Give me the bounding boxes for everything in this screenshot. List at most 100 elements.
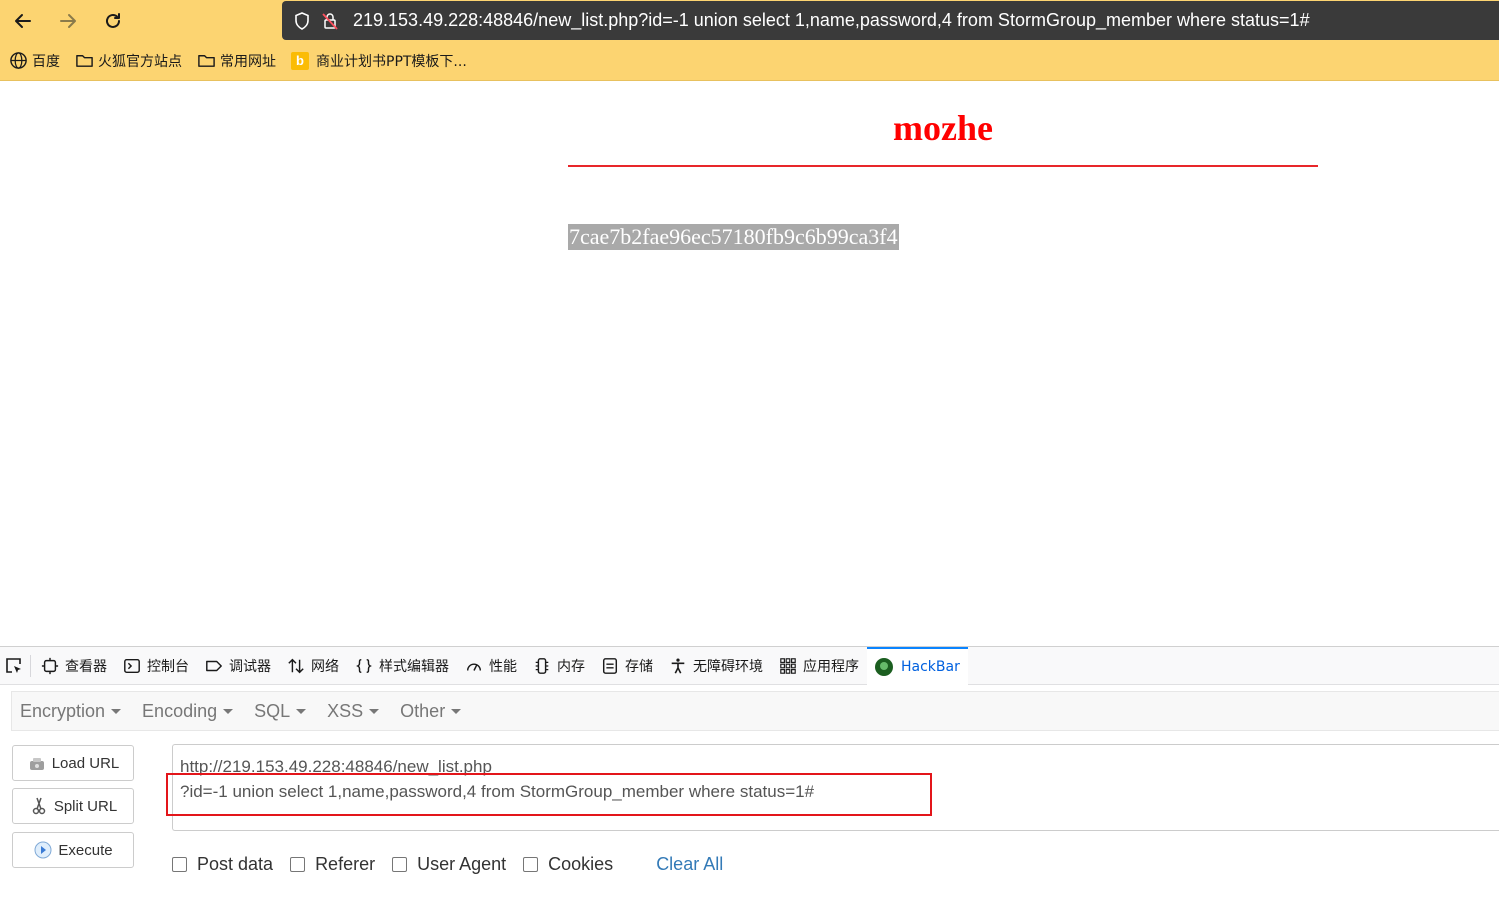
debugger-icon	[206, 660, 222, 671]
tab-label: 查看器	[65, 658, 107, 675]
tab-network[interactable]: 网络	[279, 647, 347, 685]
menu-label: SQL	[254, 700, 291, 721]
back-button[interactable]	[7, 5, 39, 37]
page-content: mozhe 7cae7b2fae96ec57180fb9c6b99ca3f4	[0, 81, 1499, 646]
accessibility-icon	[671, 658, 685, 674]
url-path: :48846/new_list.php?id=-1 union select 1…	[478, 10, 1310, 30]
hackbar-menu: Encryption Encoding SQL XSS Other	[11, 691, 1499, 731]
tab-hackbar[interactable]: HackBar	[867, 646, 968, 685]
tab-label: 网络	[311, 658, 339, 675]
storage-icon	[602, 657, 618, 674]
option-label: Referer	[315, 853, 376, 874]
tab-storage[interactable]: 存储	[593, 647, 661, 685]
tab-label: 样式编辑器	[379, 658, 449, 675]
menu-encoding[interactable]: Encoding	[142, 701, 234, 722]
element-picker-button[interactable]	[0, 654, 31, 677]
tab-label: 应用程序	[803, 658, 859, 675]
page-title: mozhe	[893, 108, 993, 148]
browser-toolbar: 219.153.49.228:48846/new_list.php?id=-1 …	[0, 0, 1499, 41]
checkbox[interactable]	[392, 856, 408, 872]
reload-icon	[106, 13, 120, 28]
hackbar-icon	[875, 657, 893, 676]
bookmark-label: 商业计划书PPT模板下...	[316, 53, 467, 70]
option-label: Cookies	[548, 853, 614, 874]
bookmark-label: 常用网址	[220, 53, 276, 70]
load-url-button[interactable]: Load URL	[12, 745, 134, 781]
forward-button[interactable]	[52, 5, 84, 37]
tab-label: 存储	[625, 658, 653, 675]
insecure-lock-icon[interactable]	[319, 10, 341, 32]
post-data-checkbox[interactable]: Post data	[172, 854, 273, 875]
folder-icon	[76, 55, 93, 67]
caret-down-icon	[369, 709, 380, 715]
user-agent-checkbox[interactable]: User Agent	[392, 854, 506, 875]
tab-console[interactable]: 控制台	[115, 647, 197, 685]
hackbar-options: Post data Referer User Agent Cookies Cle…	[172, 851, 723, 877]
address-bar[interactable]: 219.153.49.228:48846/new_list.php?id=-1 …	[282, 1, 1499, 40]
option-label: User Agent	[417, 853, 507, 874]
menu-other[interactable]: Other	[400, 700, 462, 722]
menu-label: XSS	[327, 700, 364, 721]
tab-label: 内存	[557, 658, 585, 675]
devtools-tabs: 查看器 控制台 调试器 网络 样式编辑器 性能 内存 存储 无障碍环境 应用程序…	[0, 646, 1499, 685]
query-result: 7cae7b2fae96ec57180fb9c6b99ca3f4	[568, 224, 899, 250]
caret-down-icon	[223, 709, 234, 715]
tab-accessibility[interactable]: 无障碍环境	[661, 647, 771, 685]
url-text[interactable]: 219.153.49.228:48846/new_list.php?id=-1 …	[353, 10, 1310, 31]
button-label: Split URL	[53, 797, 118, 815]
caret-down-icon	[296, 709, 307, 715]
url-host: 219.153.49.228	[353, 10, 479, 30]
menu-label: Other	[400, 700, 446, 721]
network-icon	[288, 658, 304, 673]
clear-all-link[interactable]: Clear All	[656, 854, 723, 875]
bing-icon: b	[291, 51, 309, 70]
tab-style-editor[interactable]: 样式编辑器	[347, 647, 457, 685]
bookmark-baidu[interactable]: 百度	[9, 51, 60, 71]
load-url-icon	[29, 758, 44, 770]
tab-performance[interactable]: 性能	[457, 647, 525, 685]
performance-icon	[466, 662, 482, 671]
shield-icon[interactable]	[291, 10, 313, 32]
button-label: Execute	[58, 841, 113, 859]
application-icon	[780, 657, 796, 674]
element-picker-icon	[6, 657, 21, 673]
tab-label: 调试器	[229, 658, 271, 675]
bookmark-firefox-sites[interactable]: 火狐官方站点	[75, 51, 182, 71]
menu-xss[interactable]: XSS	[327, 700, 380, 722]
tab-label: HackBar	[901, 658, 960, 675]
reload-button[interactable]	[97, 5, 129, 37]
checkbox[interactable]	[172, 856, 187, 872]
inspector-icon	[41, 657, 59, 674]
checkbox[interactable]	[523, 856, 539, 872]
arrow-left-icon	[15, 14, 31, 28]
bookmark-ppt-template[interactable]: b 商业计划书PPT模板下...	[291, 51, 467, 71]
tab-memory[interactable]: 内存	[525, 647, 593, 685]
execute-button[interactable]: Execute	[12, 832, 134, 868]
menu-label: Encryption	[20, 700, 106, 721]
referer-checkbox[interactable]: Referer	[290, 854, 375, 875]
button-label: Load URL	[51, 754, 120, 772]
arrow-right-icon	[60, 14, 76, 28]
tab-debugger[interactable]: 调试器	[197, 647, 279, 685]
style-editor-icon	[356, 658, 372, 673]
console-icon	[124, 658, 140, 673]
play-icon	[34, 841, 52, 859]
tab-inspector[interactable]: 查看器	[33, 647, 115, 685]
caret-down-icon	[451, 709, 462, 715]
folder-icon	[198, 55, 215, 67]
bookmark-common-sites[interactable]: 常用网址	[197, 51, 276, 71]
cookies-checkbox[interactable]: Cookies	[523, 854, 613, 875]
menu-encryption[interactable]: Encryption	[20, 700, 122, 722]
globe-icon	[10, 52, 27, 69]
split-url-button[interactable]: Split URL	[12, 788, 134, 824]
devtools-panel: 查看器 控制台 调试器 网络 样式编辑器 性能 内存 存储 无障碍环境 应用程序…	[0, 646, 1499, 922]
menu-sql[interactable]: SQL	[254, 700, 307, 722]
memory-icon	[535, 657, 549, 674]
option-label: Post data	[197, 853, 274, 874]
bookmark-label: 火狐官方站点	[98, 53, 182, 70]
caret-down-icon	[111, 709, 122, 715]
bookmark-label: 百度	[32, 53, 60, 70]
tab-application[interactable]: 应用程序	[771, 647, 867, 685]
checkbox[interactable]	[290, 856, 306, 872]
tab-label: 控制台	[147, 658, 189, 675]
